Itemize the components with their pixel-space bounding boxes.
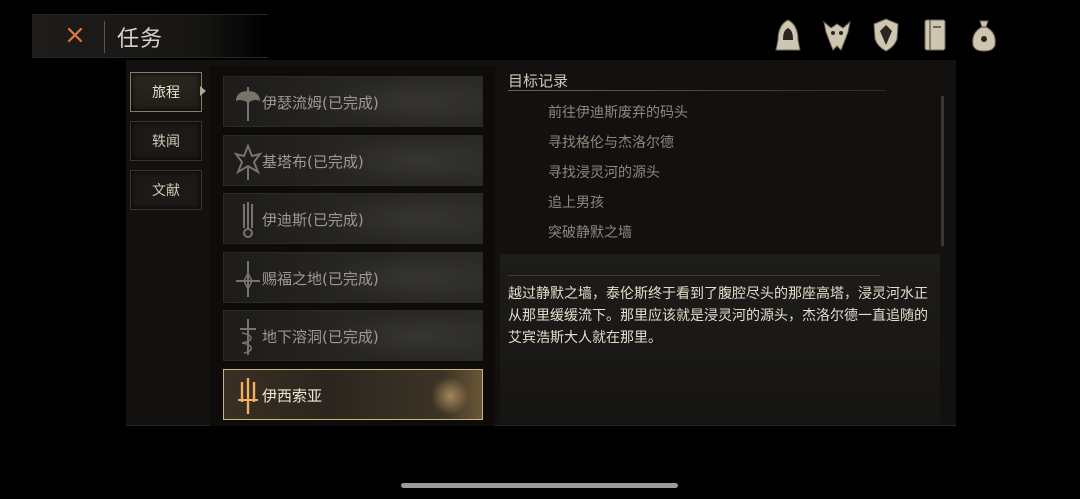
quest-item-edith[interactable]: 伊迪斯(已完成) — [223, 193, 483, 244]
top-icon-bar — [770, 16, 1002, 54]
objective-item: 寻找格伦与杰洛尔德 — [548, 135, 674, 151]
objectives-scrollbar[interactable] — [941, 96, 944, 246]
category-tabs: 旅程 轶闻 文献 — [130, 72, 204, 219]
objective-item: 寻找浸灵河的源头 — [548, 165, 660, 181]
description-divider — [508, 275, 880, 276]
home-indicator[interactable] — [401, 483, 678, 488]
tab-anecdotes[interactable]: 轶闻 — [130, 121, 202, 161]
tribal-sigil-icon — [233, 142, 263, 180]
tab-journey[interactable]: 旅程 — [130, 72, 202, 112]
objective-item: 突破静默之墙 — [548, 225, 632, 241]
quest-label: 伊迪斯(已完成) — [262, 211, 364, 229]
shield-emblem-icon[interactable] — [868, 16, 904, 54]
trident-glow-icon — [238, 377, 258, 414]
quest-description: 越过静默之墙，泰伦斯终于看到了腹腔尽头的那座高塔，浸灵河水正从那里缓缓流下。那里… — [508, 286, 928, 346]
quest-item-underground-cave[interactable]: 地下溶洞(已完成) — [223, 310, 483, 361]
coin-pouch-icon[interactable] — [966, 16, 1002, 54]
objectives-title: 目标记录 — [508, 72, 569, 90]
quest-label: 地下溶洞(已完成) — [262, 328, 379, 346]
sword-cross-icon — [236, 260, 260, 297]
quest-label: 赐福之地(已完成) — [262, 269, 379, 288]
quest-label: 基塔布(已完成) — [262, 152, 364, 171]
quest-artwork-glow — [430, 377, 470, 414]
hooded-figure-icon[interactable] — [770, 16, 806, 54]
beast-skull-icon[interactable] — [819, 16, 855, 54]
serpent-sword-icon — [240, 319, 256, 355]
quest-item-blessed-land[interactable]: 赐福之地(已完成) — [223, 251, 483, 303]
objectives-divider — [508, 90, 886, 91]
tab-documents[interactable]: 文献 — [130, 170, 202, 210]
quest-item-isisoa[interactable]: 伊西索亚 — [223, 368, 483, 420]
objective-item: 追上男孩 — [548, 195, 604, 211]
quest-list: 伊瑟流姆(已完成) 基塔布(已完成) 伊迪斯(已完成) 赐福之地(已完成) 地下… — [223, 76, 483, 427]
active-tab-pointer — [200, 86, 206, 96]
close-icon — [67, 27, 83, 43]
quest-item-kitab[interactable]: 基塔布(已完成) — [223, 134, 483, 186]
header-divider — [104, 21, 105, 53]
page-title: 任务 — [117, 27, 164, 52]
header-bar: 任务 — [32, 14, 268, 58]
close-button[interactable] — [44, 19, 104, 55]
trident-emblem-icon — [243, 202, 253, 238]
axe-emblem-icon — [236, 87, 260, 121]
objective-item: 前往伊迪斯废弃的码头 — [548, 105, 688, 121]
quest-label: 伊瑟流姆(已完成) — [262, 94, 379, 112]
journal-book-icon[interactable] — [917, 16, 953, 54]
quest-label: 伊西索亚 — [262, 386, 323, 405]
quest-item-iserum[interactable]: 伊瑟流姆(已完成) — [223, 76, 483, 127]
objectives-list: 前往伊迪斯废弃的码头 寻找格伦与杰洛尔德 寻找浸灵河的源头 追上男孩 突破静默之… — [548, 103, 928, 253]
